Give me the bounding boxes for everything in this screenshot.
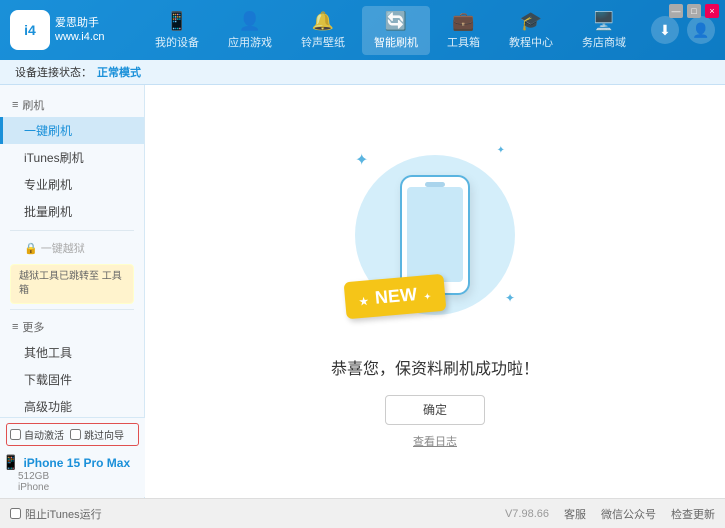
sidebar-item-batch-flash[interactable]: 批量刷机 [0,198,144,225]
device-panel: 自动激活 跳过向导 📱 iPhone 15 Pro Max 512GB iPho… [0,417,145,497]
itunes-block-checkbox[interactable] [10,508,21,519]
nav-my-device[interactable]: 📱 我的设备 [143,6,211,55]
footer-link-service[interactable]: 客服 [564,506,586,522]
header-actions: ⬇ 👤 [651,16,715,44]
user-button[interactable]: 👤 [687,16,715,44]
sidebar-item-pro-flash[interactable]: 专业刷机 [0,171,144,198]
app-games-icon: 👤 [239,11,261,32]
sidebar-item-download-firmware[interactable]: 下载固件 [0,366,144,393]
footer-right: V7.98.66 客服 微信公众号 检查更新 [505,506,715,522]
app-header: i4 爱思助手 www.i4.cn 📱 我的设备 👤 应用游戏 🔔 铃声壁纸 🔄… [0,0,725,60]
ringtones-icon: 🔔 [312,11,334,32]
time-guide-input[interactable] [70,429,81,440]
download-button[interactable]: ⬇ [651,16,679,44]
auto-activate-checkbox[interactable]: 自动激活 [10,427,64,442]
sidebar-item-one-key-flash[interactable]: 一键刷机 [0,117,144,144]
sidebar: ≡ 刷机 一键刷机 iTunes刷机 专业刷机 批量刷机 🔒 一键越狱 越狱工具… [0,85,145,498]
nav-app-games[interactable]: 👤 应用游戏 [216,6,284,55]
lock-icon: 🔒 [24,242,38,255]
itunes-block-label: 阻止iTunes运行 [25,506,102,522]
sidebar-section-flash: ≡ 刷机 [0,93,144,117]
device-info: 📱 iPhone 15 Pro Max 512GB iPhone [0,450,145,497]
auto-activate-row: 自动激活 跳过向导 [6,423,139,446]
nav-ringtones[interactable]: 🔔 铃声壁纸 [289,6,357,55]
footer-left: 阻止iTunes运行 [10,506,102,522]
sidebar-item-other-tools[interactable]: 其他工具 [0,339,144,366]
phone-screen [407,187,463,282]
content-area: ✦ ✦ ✦ NEW 恭喜您，保资料刷机成功啦！ 确定 查看日志 [145,85,725,498]
sidebar-divider-2 [10,309,134,310]
close-button[interactable]: × [705,4,719,18]
phone-illustration: ✦ ✦ ✦ NEW [335,135,535,335]
phone-notch [425,182,445,187]
service-icon: 🖥️ [593,11,615,32]
maximize-button[interactable]: □ [687,4,701,18]
sparkle-icon-1: ✦ [355,150,368,170]
device-type: iPhone [2,482,143,493]
nav-toolbox[interactable]: 💼 工具箱 [435,6,492,55]
device-storage: 512GB [2,471,143,482]
nav-tabs: 📱 我的设备 👤 应用游戏 🔔 铃声壁纸 🔄 智能刷机 💼 工具箱 🎓 教程中心… [130,6,651,55]
nav-smart-flash[interactable]: 🔄 智能刷机 [362,6,430,55]
sidebar-divider-1 [10,230,134,231]
log-link[interactable]: 查看日志 [413,433,457,449]
footer-link-update[interactable]: 检查更新 [671,506,715,522]
main-layout: ≡ 刷机 一键刷机 iTunes刷机 专业刷机 批量刷机 🔒 一键越狱 越狱工具… [0,85,725,498]
sidebar-section-more: ≡ 更多 [0,315,144,339]
success-message: 恭喜您，保资料刷机成功啦！ [331,355,539,379]
footer: 阻止iTunes运行 V7.98.66 客服 微信公众号 检查更新 [0,498,725,528]
sparkle-icon-3: ✦ [505,291,515,305]
tutorial-icon: 🎓 [520,11,542,32]
time-guide-checkbox[interactable]: 跳过向导 [70,427,124,442]
footer-link-wechat[interactable]: 微信公众号 [601,506,656,522]
minimize-button[interactable]: — [669,4,683,18]
jailbreak-notice: 越狱工具已跳转至 工具箱 [10,264,134,304]
sidebar-item-itunes-flash[interactable]: iTunes刷机 [0,144,144,171]
my-device-icon: 📱 [166,11,188,32]
logo-area: i4 爱思助手 www.i4.cn [10,10,130,50]
sidebar-item-advanced[interactable]: 高级功能 [0,393,144,420]
logo-icon: i4 [10,10,50,50]
auto-activate-input[interactable] [10,429,21,440]
status-mode: 正常模式 [97,64,141,80]
version-label: V7.98.66 [505,508,549,520]
logo-text: 爱思助手 www.i4.cn [55,16,105,45]
sidebar-section-jailbreak: 🔒 一键越狱 [0,236,144,260]
sparkle-icon-2: ✦ [497,145,505,156]
smart-flash-icon: 🔄 [385,11,407,32]
device-name: iPhone 15 Pro Max [23,456,130,470]
device-phone-icon: 📱 [2,454,19,471]
nav-tutorial[interactable]: 🎓 教程中心 [497,6,565,55]
device-name-row: 📱 iPhone 15 Pro Max [2,454,143,471]
status-bar: 设备连接状态： 正常模式 [0,60,725,85]
confirm-button[interactable]: 确定 [385,395,485,425]
flash-section-icon: ≡ [12,99,18,111]
toolbox-icon: 💼 [452,11,474,32]
more-section-icon: ≡ [12,321,18,333]
nav-service[interactable]: 🖥️ 务店商域 [570,6,638,55]
